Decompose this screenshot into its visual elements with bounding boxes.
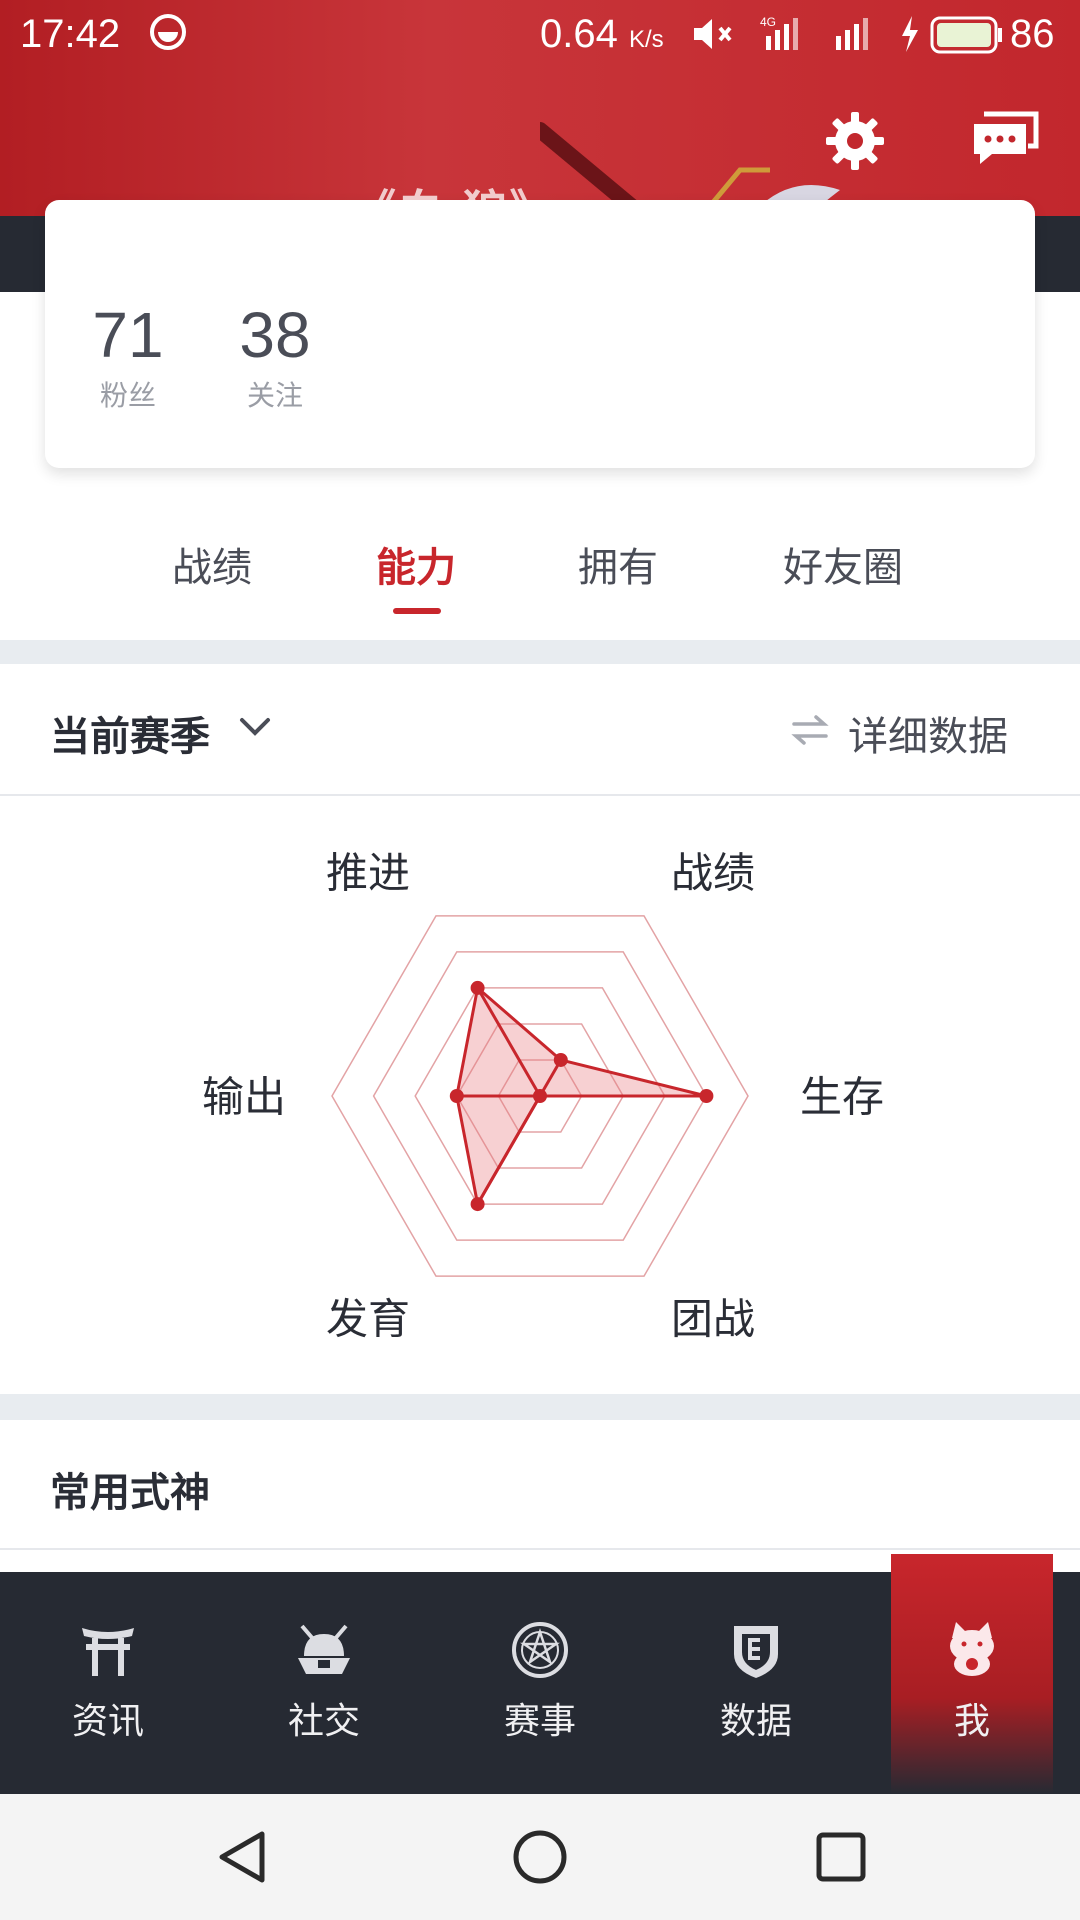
home-circle-icon[interactable] (511, 1828, 569, 1886)
fans-stat[interactable]: 71 粉丝 (63, 300, 193, 414)
radar-axis-label: 推进 (326, 849, 410, 898)
back-triangle-icon[interactable] (214, 1828, 272, 1886)
active-tab-indicator (393, 608, 441, 614)
chevron-down-icon[interactable] (238, 714, 272, 738)
message-icon[interactable] (970, 110, 1040, 168)
battery-icon (930, 16, 1002, 54)
player-name: 《白·狼》 (350, 185, 557, 239)
nav-events-label: 赛事 (503, 1701, 576, 1742)
following-label: 关注 (246, 379, 303, 412)
detail-data-link[interactable]: 详细数据 (848, 704, 1008, 762)
tab-friends-circle[interactable]: 好友圈 (783, 535, 903, 593)
following-stat[interactable]: 38 关注 (210, 300, 340, 414)
radar-point-0 (553, 1052, 568, 1067)
swap-arrows-icon[interactable] (790, 714, 830, 746)
nav-data-label: 数据 (719, 1701, 792, 1742)
lucky-cat-icon (950, 1622, 994, 1676)
radar-point-4 (449, 1089, 464, 1103)
radar-axis-label: 生存 (800, 1073, 884, 1122)
settings-gear-icon[interactable] (822, 108, 888, 174)
nav-news[interactable]: 资讯 (0, 1572, 216, 1794)
nav-data[interactable]: 数据 (648, 1572, 864, 1794)
radar-axis-label: 战绩 (671, 849, 755, 898)
nav-social-label: 社交 (287, 1701, 360, 1742)
common-shikigami-title: 常用式神 (50, 1470, 210, 1516)
shield-icon (734, 1626, 778, 1678)
battery-percent: 86 (1010, 12, 1055, 56)
section-divider (0, 1394, 1080, 1420)
recents-square-icon[interactable] (812, 1828, 870, 1886)
signal-4g-icon: 4G (760, 15, 798, 50)
bottom-navigation: 资讯 社交 赛事 数据 我 (0, 1554, 1080, 1794)
nav-social[interactable]: 社交 (216, 1572, 432, 1794)
tab-owned[interactable]: 拥有 (578, 535, 658, 593)
tab-record[interactable]: 战绩 (172, 535, 252, 593)
radar-point-1 (699, 1089, 714, 1103)
fans-label: 粉丝 (99, 379, 156, 412)
app-notification-icon (150, 14, 186, 50)
season-selector[interactable]: 当前赛季 (50, 704, 210, 762)
radar-svg: 战绩生存团战 发育 输出 推进 (202, 849, 884, 1344)
common-shikigami-section: 常用式神 (0, 1420, 1080, 1550)
network-speed-value: 0.64 (540, 12, 618, 56)
network-speed-unit: K/s (628, 26, 664, 53)
mute-icon (694, 19, 732, 49)
profile-tabs: 战绩 能力 拥有 好友圈 (0, 535, 1080, 625)
nav-news-label: 资讯 (71, 1701, 144, 1742)
radar-axis-label: 团战 (671, 1295, 755, 1344)
status-bar: 17:42 0.64 K/s 4G 86 (0, 0, 1080, 68)
nav-me[interactable]: 我 (891, 1554, 1053, 1794)
tab-ability[interactable]: 能力 (376, 535, 456, 593)
radar-axis-label: 输出 (202, 1073, 286, 1122)
system-navigation-bar (0, 1794, 1080, 1920)
samurai-helmet-icon (298, 1624, 350, 1674)
radar-point-5 (470, 980, 485, 995)
radar-axis-label: 发育 (326, 1295, 410, 1344)
signal-icon (836, 18, 868, 50)
status-time: 17:42 (20, 12, 121, 56)
section-divider (0, 640, 1080, 664)
ability-radar-chart: 战绩生存团战 发育 输出 推进 (0, 796, 1080, 1394)
fans-count: 71 (92, 299, 164, 371)
network-type-label: 4G (760, 15, 776, 29)
torii-gate-icon (82, 1628, 134, 1676)
nav-me-label: 我 (953, 1701, 990, 1742)
following-count: 38 (239, 299, 311, 371)
radar-point-3 (470, 1197, 485, 1212)
network-speed: 0.64 K/s (540, 12, 664, 57)
nav-events[interactable]: 赛事 (432, 1572, 648, 1794)
radar-point-2 (533, 1089, 547, 1103)
charging-icon (902, 16, 918, 52)
pentagram-icon (512, 1622, 568, 1678)
